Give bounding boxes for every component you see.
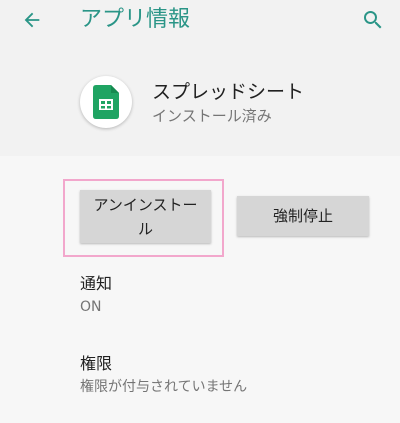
sheets-app-icon <box>80 76 132 128</box>
permissions-title: 権限 <box>80 354 113 373</box>
notifications-setting[interactable]: 通知 ON <box>80 272 380 322</box>
permissions-summary: 権限が付与されていません <box>80 379 248 395</box>
back-button[interactable] <box>18 6 46 34</box>
notifications-title: 通知 <box>80 274 113 293</box>
app-install-status: インストール済み <box>152 107 272 125</box>
app-header: スプレッドシート インストール済み <box>0 56 400 156</box>
app-name: スプレッドシート <box>152 81 305 103</box>
search-icon <box>364 11 382 29</box>
search-button[interactable] <box>358 6 388 34</box>
page-title: アプリ情報 <box>80 7 191 32</box>
arrow-back-icon <box>24 12 40 28</box>
force-stop-button[interactable]: 強制停止 <box>237 196 369 236</box>
permissions-setting[interactable]: 権限 権限が付与されていません <box>80 352 380 402</box>
notifications-summary: ON <box>80 299 102 315</box>
toolbar: アプリ情報 <box>0 0 400 40</box>
uninstall-button[interactable]: アンインストール <box>80 190 211 243</box>
sheets-document-icon <box>93 85 119 119</box>
